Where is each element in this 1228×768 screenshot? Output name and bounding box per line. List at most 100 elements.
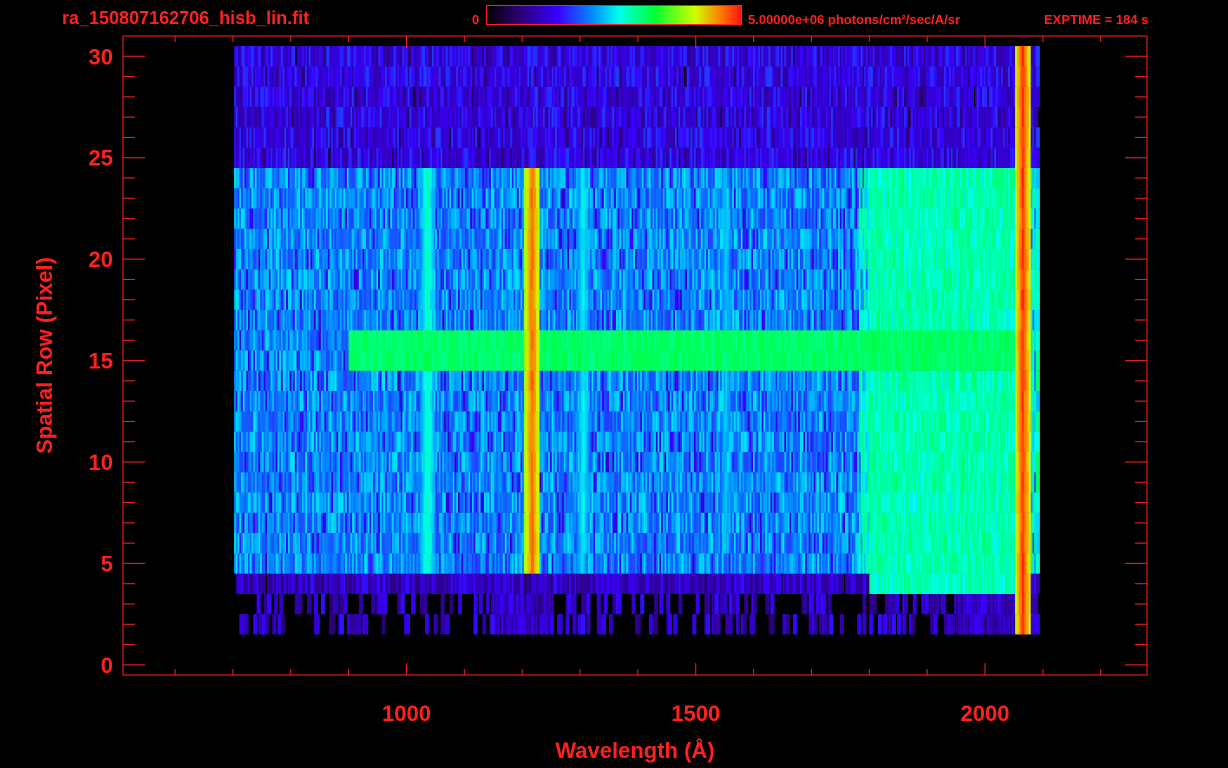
heatmap-cell [924,593,929,615]
heatmap-cell [857,614,862,635]
heatmap-cell [978,614,983,635]
heatmap-cell [596,614,601,635]
heatmap-cell [359,593,363,615]
heatmap-cell [942,593,947,615]
heatmap-cell [720,593,724,615]
heatmap-cell [813,614,818,635]
heatmap-cell [298,593,303,615]
heatmap-cell [1035,512,1040,533]
heatmap-cell [265,614,270,635]
heatmap-cell [320,593,325,615]
heatmap-cell [416,573,421,594]
heatmap-cell [449,593,454,615]
heatmap-cell [307,593,311,615]
heatmap-cell [713,614,718,635]
heatmap-cell [822,593,827,615]
heatmap-cell [261,614,266,635]
heatmap-cell [473,614,478,635]
heatmap-cell [279,593,284,615]
heatmap-cell [695,593,700,615]
heatmap-cell [635,573,639,594]
heatmap-cell [397,593,402,615]
heatmap-cell [1035,553,1040,574]
heatmap-cell [612,593,617,615]
heatmap-cell [376,593,381,615]
heatmap-cell [706,593,711,615]
heatmap-cell [600,573,605,594]
heatmap-cell [883,614,888,635]
heatmap-cell [490,614,495,635]
heatmap-cell [253,614,258,635]
heatmap-cell [372,573,377,594]
heatmap-cells [234,46,1040,635]
heatmap-cell [659,593,664,615]
heatmap-cell [786,614,790,635]
heatmap-cell [411,593,416,615]
heatmap-cell [912,593,917,615]
heatmap-cell [933,614,938,635]
heatmap-cell [935,593,940,615]
heatmap-cell [897,614,902,635]
heatmap-cell [239,614,244,635]
heatmap-cell [694,573,698,594]
heatmap-cell [770,593,775,615]
heatmap-cell [824,614,829,635]
heatmap-cell [263,593,268,615]
heatmap-cell [596,593,601,615]
heatmap-cell [1035,431,1040,452]
heatmap-cell [839,573,844,594]
heatmap-cell [256,593,261,615]
heatmap-cell [716,614,721,635]
heatmap-cell [261,573,266,594]
heatmap-cell [666,593,671,615]
heatmap-cell [425,614,429,635]
heatmap-cell [244,614,249,635]
heatmap-cell [581,614,586,635]
heatmap-cell [267,593,272,615]
heatmap-cell [364,614,369,635]
heatmap-cell [301,573,306,594]
heatmap-cell [829,614,834,635]
heatmap-cell [706,614,711,635]
heatmap-cell [839,614,844,635]
heatmap-cell [237,573,242,594]
heatmap-cell [445,614,450,635]
heatmap-cell [617,593,622,615]
heatmap-cell [602,614,606,635]
heatmap-cell [334,573,339,594]
heatmap-cell [751,614,756,635]
heatmap-cell [440,614,445,635]
heatmap-cell [343,593,348,615]
heatmap-cell [572,614,577,635]
heatmap-cell [572,593,577,615]
heatmap-cell [440,593,445,615]
heatmap-cell [405,573,410,594]
spectrum-heatmap-chart: 1000 1500 2000 051015202530 Wavelength (Å)… [32,35,1148,763]
heatmap-cell [1035,451,1040,473]
heatmap-cell [539,593,544,615]
heatmap-cell [777,573,782,594]
heatmap-cell [423,593,428,615]
heatmap-cell [313,593,318,615]
heatmap-cell [878,614,882,635]
heatmap-cell [1035,573,1040,594]
heatmap-cell [485,593,490,615]
heatmap-cell [640,593,645,615]
heatmap-cell [692,614,697,635]
heatmap-cell [648,614,653,635]
heatmap-cell [565,614,570,635]
heatmap-cell [357,614,362,635]
heatmap-cell [508,593,513,615]
heatmap-cell [582,593,587,615]
heatmap-cell [904,593,908,615]
heatmap-cell [315,614,320,635]
heatmap-cell [869,614,874,635]
heatmap-cell [636,614,641,635]
heatmap-cell [742,614,747,635]
heatmap-cell [609,614,613,635]
heatmap-cell [294,573,299,594]
heatmap-cell [714,593,719,615]
heatmap-cell [728,614,733,635]
heatmap-cell [550,614,554,635]
heatmap-cell [888,593,893,615]
